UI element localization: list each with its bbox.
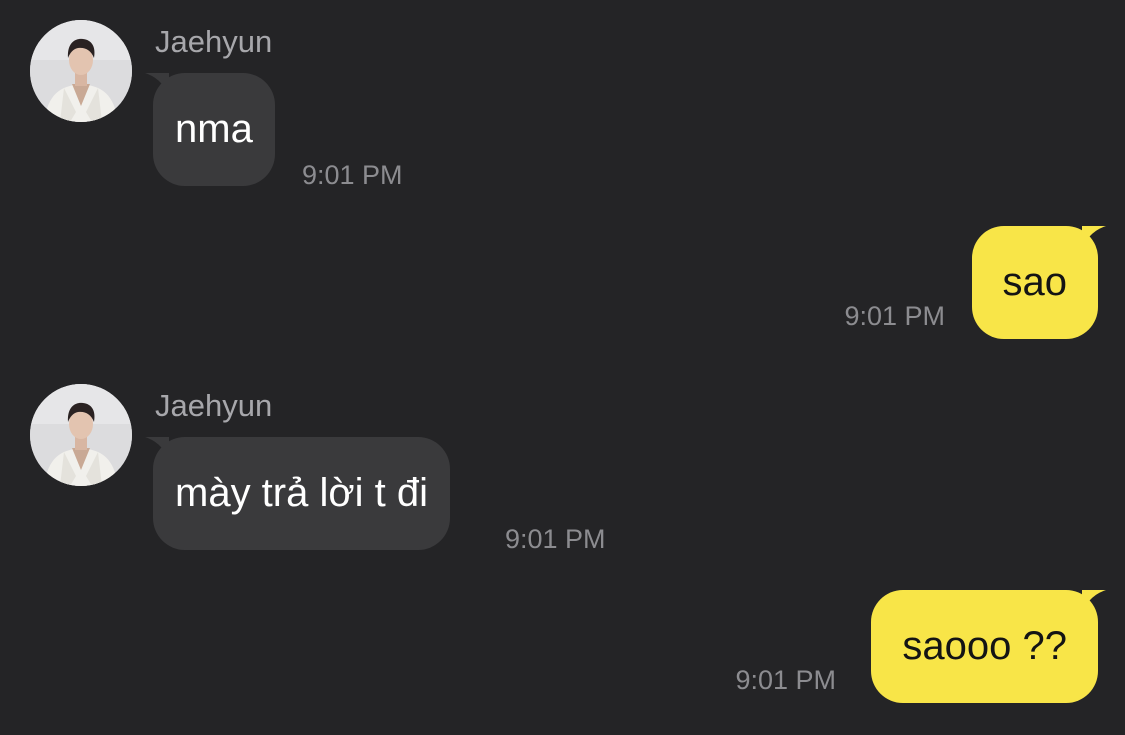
bubble-tail xyxy=(1082,226,1106,250)
message-timestamp: 9:01 PM xyxy=(735,665,836,695)
bubble-tail xyxy=(145,437,169,461)
profile-photo-icon xyxy=(30,20,132,122)
message-text: sao xyxy=(1002,260,1068,304)
message-bubble[interactable]: saooo ?? xyxy=(871,590,1106,703)
sender-name: Jaehyun xyxy=(155,388,273,423)
bubble-tail xyxy=(1082,590,1106,614)
message-text: saooo ?? xyxy=(902,624,1067,668)
message-bubble[interactable]: nma xyxy=(145,73,275,186)
message-bubble[interactable]: sao xyxy=(971,226,1106,339)
message-text: mày trả lời t đi xyxy=(175,471,428,515)
message-text: nma xyxy=(175,107,253,151)
bubble-tail xyxy=(145,73,169,97)
message-bubble[interactable]: mày trả lời t đi xyxy=(145,437,450,550)
sender-name: Jaehyun xyxy=(155,24,273,59)
message-timestamp: 9:01 PM xyxy=(505,524,606,554)
sender-avatar[interactable] xyxy=(30,20,132,122)
message-timestamp: 9:01 PM xyxy=(844,301,945,331)
message-timestamp: 9:01 PM xyxy=(302,160,403,190)
sender-avatar[interactable] xyxy=(30,384,132,486)
profile-photo-icon xyxy=(30,384,132,486)
